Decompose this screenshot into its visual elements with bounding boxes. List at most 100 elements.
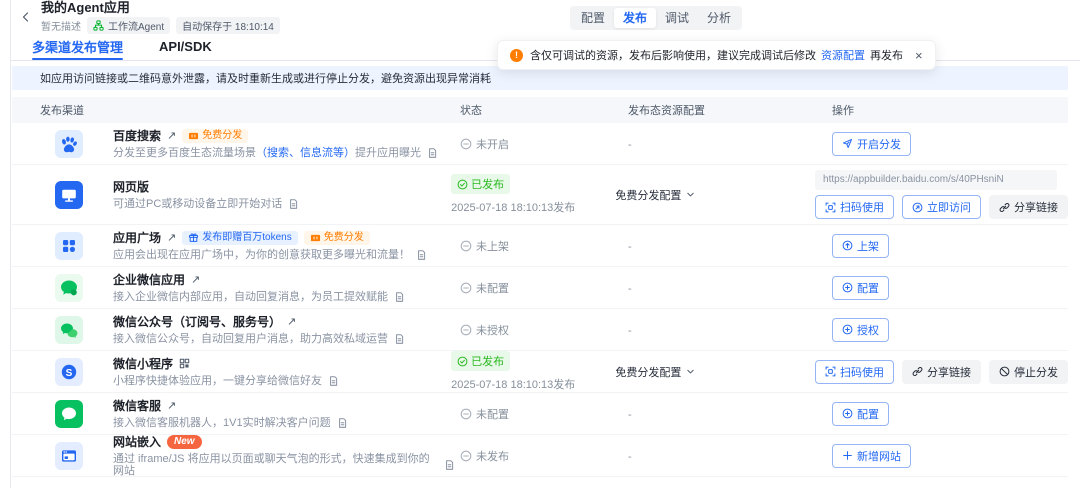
channel-name: 微信小程序	[113, 357, 173, 371]
distribution-config-dropdown[interactable]: 免费分发配置	[615, 187, 695, 203]
ticket-icon	[188, 131, 199, 141]
channel-desc: 通过 iframe/JS 将应用以页面或聊天气泡的形式，快速集成到你的网站	[113, 453, 455, 477]
channel-name: 应用广场	[113, 231, 161, 245]
actions-cell: 配置	[827, 276, 1068, 300]
config-cell: -	[628, 279, 827, 297]
actions-cell: 扫码使用分享链接停止分发	[810, 360, 1068, 384]
scan-qr-button[interactable]: 扫码使用	[815, 360, 894, 384]
channel-rows: 百度搜索↗免费分发 分发至更多百度生态流量场景（搜索、信息流等）提升应用曝光 未…	[12, 123, 1068, 477]
stop-distribution-button[interactable]: 停止分发	[989, 360, 1068, 384]
doc-icon	[394, 291, 405, 303]
app-grid-icon	[55, 232, 83, 260]
status-cell: 未授权	[455, 322, 628, 338]
channel-desc: 小程序快捷体验应用，一键分享给微信好友	[113, 375, 339, 387]
miniprogram-icon: S	[55, 358, 83, 386]
check-circle-icon	[457, 356, 468, 367]
config-cell: 免费分发配置	[615, 363, 810, 381]
channel-name: 企业微信应用	[113, 273, 185, 287]
doc-icon	[416, 249, 427, 261]
configure-button[interactable]: 配置	[832, 402, 889, 426]
share-link-icon	[999, 202, 1010, 213]
col-status: 状态	[455, 102, 628, 118]
wecom-icon	[55, 274, 83, 302]
app-description: 暂无描述	[41, 18, 81, 33]
nav-tab-analysis[interactable]: 分析	[698, 8, 740, 28]
config-cell: -	[628, 237, 827, 255]
tab-api-sdk[interactable]: API/SDK	[159, 32, 212, 60]
svg-text:S: S	[66, 367, 73, 378]
nav-tab-debug[interactable]: 调试	[656, 8, 698, 28]
share-link-icon	[912, 366, 923, 377]
channel-desc: 接入微信客服机器人，1V1实时解决客户问题	[113, 417, 348, 429]
external-link-icon: ↗	[167, 129, 176, 143]
channel-row: 微信客服↗ 接入微信客服机器人，1V1实时解决客户问题 未配置 - 配置	[12, 393, 1068, 435]
scan-qr-button[interactable]: 扫码使用	[815, 195, 894, 219]
doc-icon	[394, 333, 405, 345]
doc-icon	[427, 147, 438, 159]
tab-multichannel-publish[interactable]: 多渠道发布管理	[32, 32, 123, 60]
config-cell: -	[628, 321, 827, 339]
channel-row: 微信公众号（订阅号、服务号）↗ 接入微信公众号，自动回复用户消息，助力高效私域运…	[12, 309, 1068, 351]
share-link-button[interactable]: 分享链接	[989, 195, 1068, 219]
channel-name: 网站嵌入	[113, 435, 161, 449]
table-header: 发布渠道 状态 发布态资源配置 操作	[12, 97, 1068, 123]
setting-circle-icon	[842, 408, 853, 419]
status-badge: 已发布	[451, 174, 510, 194]
actions-cell: 新增网站	[827, 444, 1068, 468]
back-button[interactable]	[17, 11, 35, 23]
toast-text: 含仅可调试的资源，发布后影响使用，建议完成调试后修改	[530, 47, 816, 63]
desc-link[interactable]: （搜索、信息流等）	[256, 147, 355, 159]
nav-segmented-control: 配置 发布 调试 分析	[570, 6, 742, 30]
status-text: 未上架	[460, 238, 628, 254]
configure-button[interactable]: 配置	[832, 276, 889, 300]
qr-mini-icon	[179, 358, 190, 369]
status-text: 未开启	[460, 136, 628, 152]
minus-circle-icon	[460, 282, 472, 294]
doc-icon	[328, 375, 339, 387]
status-text: 未发布	[460, 448, 628, 464]
minus-circle-icon	[460, 138, 472, 150]
channel-desc: 分发至更多百度生态流量场景（搜索、信息流等）提升应用曝光	[113, 147, 438, 159]
app-url[interactable]: https://appbuilder.baidu.com/s/40PHsniN	[815, 170, 1057, 190]
toast-text-after: 再发布	[870, 47, 903, 63]
share-link-button[interactable]: 分享链接	[902, 360, 981, 384]
plus-icon	[842, 450, 853, 461]
new-badge: New	[167, 435, 202, 449]
gift-tokens-badge: 发布即赠百万tokens	[182, 231, 297, 245]
config-empty: -	[628, 409, 632, 421]
col-channel: 发布渠道	[12, 102, 455, 118]
channel-name: 微信客服	[113, 399, 161, 413]
status-cell: 未配置	[455, 406, 628, 422]
channel-row: 网站嵌入 New 通过 iframe/JS 将应用以页面或聊天气泡的形式，快速集成…	[12, 435, 1068, 477]
wechat-oa-icon	[55, 316, 83, 344]
chevron-down-icon	[686, 367, 695, 376]
channels-table: 发布渠道 状态 发布态资源配置 操作 百度搜索↗免费分发 分发至更多百度生态流量…	[12, 97, 1068, 477]
setting-circle-icon	[842, 282, 853, 293]
start-distribution-button[interactable]: 开启分发	[832, 132, 911, 156]
visit-now-button[interactable]: 立即访问	[902, 195, 981, 219]
status-cell: 已发布 2025-07-18 18:10:13发布	[446, 351, 615, 392]
add-website-button[interactable]: 新增网站	[832, 444, 911, 468]
distribution-config-dropdown[interactable]: 免费分发配置	[615, 364, 695, 380]
status-badge: 已发布	[451, 351, 510, 371]
status-text: 未配置	[460, 406, 628, 422]
channel-name: 微信公众号（订阅号、服务号）	[113, 315, 281, 329]
status-cell: 未发布	[455, 448, 628, 464]
channel-desc: 可通过PC或移动设备立即开始对话	[113, 198, 299, 210]
actions-cell: 配置	[827, 402, 1068, 426]
toast-close-icon[interactable]: ×	[915, 50, 923, 61]
status-text: 未授权	[460, 322, 628, 338]
channel-desc: 接入企业微信内部应用，自动回复消息，为员工提效赋能	[113, 291, 405, 303]
config-cell: -	[628, 135, 827, 153]
channel-desc: 接入微信公众号，自动回复用户消息，助力高效私域运营	[113, 333, 405, 345]
external-link-icon: ↗	[167, 231, 176, 245]
resource-config-link[interactable]: 资源配置	[821, 47, 865, 63]
setting-circle-icon	[842, 324, 853, 335]
nav-tab-publish[interactable]: 发布	[614, 8, 656, 28]
warning-icon: !	[510, 49, 523, 62]
nav-tab-config[interactable]: 配置	[572, 8, 614, 28]
list-app-button[interactable]: 上架	[832, 234, 889, 258]
app-publish-page: 我的Agent应用 暂无描述 工作流Agent 自动保存于 18:10:14 配…	[0, 0, 1080, 488]
ticket-icon	[310, 233, 321, 243]
authorize-button[interactable]: 授权	[832, 318, 889, 342]
